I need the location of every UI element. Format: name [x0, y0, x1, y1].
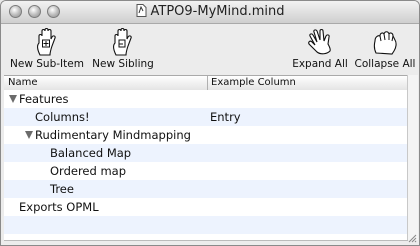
document-icon: [136, 4, 146, 17]
toolbar: New Sub-Item New Sibling Expand All Coll…: [1, 24, 419, 74]
title-bar: ATPO9-MyMind.mind: [1, 1, 419, 24]
app-window: ATPO9-MyMind.mind New Sub-Item New Sibli…: [0, 0, 420, 246]
window-title: ATPO9-MyMind.mind: [150, 4, 285, 19]
open-hand-icon: [308, 28, 331, 55]
hand-sibling-icon: [113, 27, 132, 56]
hand-plus-icon: [37, 27, 56, 56]
disclosure-triangle-icon[interactable]: [9, 95, 17, 103]
row-name: Tree: [50, 182, 74, 196]
outline-row-empty: [4, 216, 408, 234]
column-separator[interactable]: [207, 76, 208, 90]
column-header-example[interactable]: Example Column: [211, 76, 296, 90]
outline-row-exports-opml[interactable]: Exports OPML: [4, 198, 408, 216]
expand-all-button[interactable]: Expand All: [289, 24, 351, 74]
row-name: Features: [19, 92, 69, 106]
outline-row-columns[interactable]: Columns! Entry: [4, 108, 408, 126]
new-sub-item-button[interactable]: New Sub-Item: [10, 24, 84, 74]
new-sub-item-label: New Sub-Item: [10, 58, 84, 70]
grab-hand-icon: [373, 31, 397, 55]
collapse-all-button[interactable]: Collapse All: [353, 24, 417, 74]
disclosure-triangle-icon[interactable]: [25, 131, 33, 139]
row-name: Balanced Map: [50, 146, 132, 160]
row-name: Ordered map: [50, 164, 127, 178]
vertical-scrollbar[interactable]: [407, 75, 418, 240]
new-sibling-button[interactable]: New Sibling: [89, 24, 157, 74]
outline-header: Name Example Column: [4, 75, 408, 91]
column-header-name[interactable]: Name: [8, 76, 38, 90]
expand-all-label: Expand All: [292, 58, 348, 70]
row-name: Rudimentary Mindmapping: [35, 128, 191, 142]
window-title-area: ATPO9-MyMind.mind: [1, 4, 419, 19]
outline-row-rudimentary-mindmapping[interactable]: Rudimentary Mindmapping: [4, 126, 408, 144]
outline-view: Features Columns! Entry Rudimentary Mind…: [4, 90, 408, 241]
outline-row-ordered-map[interactable]: Ordered map: [4, 162, 408, 180]
new-sibling-label: New Sibling: [92, 58, 154, 70]
row-name: Columns!: [35, 110, 90, 124]
outline-row-tree[interactable]: Tree: [4, 180, 408, 198]
outline-row-features[interactable]: Features: [4, 90, 408, 108]
row-name: Exports OPML: [19, 200, 99, 214]
collapse-all-label: Collapse All: [354, 58, 416, 70]
resize-grip-icon[interactable]: [408, 234, 417, 243]
outline-row-balanced-map[interactable]: Balanced Map: [4, 144, 408, 162]
row-value: Entry: [210, 110, 241, 124]
